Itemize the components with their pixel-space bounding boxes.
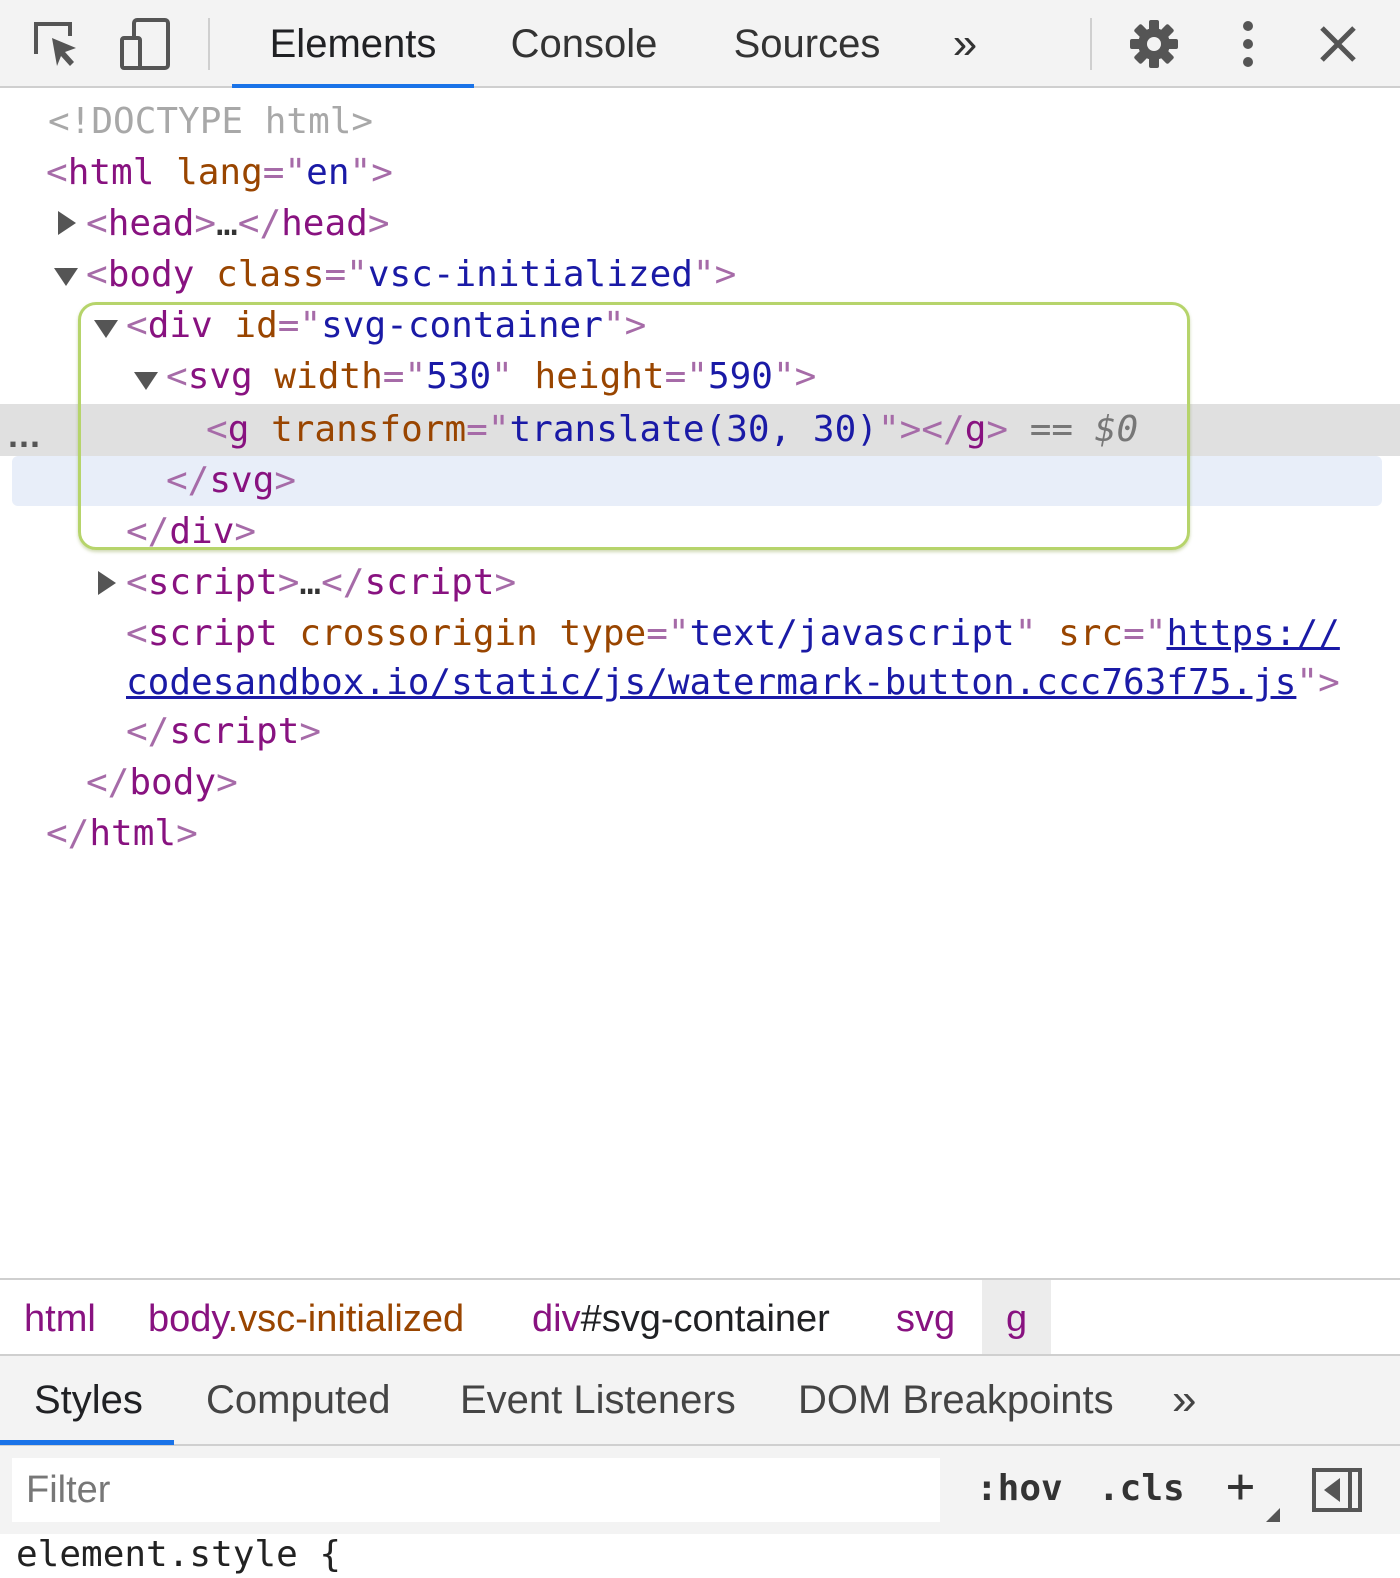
html-close-node[interactable]: </html> (46, 808, 198, 859)
active-subtab-indicator (0, 1440, 174, 1445)
tab-styles[interactable]: Styles (34, 1356, 143, 1444)
highlight-annotation-box (78, 302, 1190, 550)
attr-value: text/javascript (689, 613, 1015, 654)
toolbar-divider (1090, 18, 1092, 70)
script-close-tag-name: script (169, 711, 300, 752)
tab-event-listeners[interactable]: Event Listeners (460, 1356, 736, 1444)
breadcrumb-item-svg[interactable]: svg (896, 1280, 955, 1354)
styles-pane-tabs: Styles Computed Event Listeners DOM Brea… (0, 1356, 1400, 1446)
new-rule-menu-arrow-icon[interactable] (1266, 1508, 1280, 1522)
body-node[interactable]: <body class="vsc-initialized"> (86, 249, 736, 300)
tab-sources[interactable]: Sources (718, 0, 896, 88)
settings-gear-icon[interactable] (1124, 14, 1184, 74)
breadcrumb-item-html[interactable]: html (24, 1280, 96, 1354)
collapsed-ellipsis[interactable]: … (216, 203, 238, 244)
head-tag-name: head (107, 203, 195, 244)
collapse-triangle-icon[interactable] (54, 268, 78, 286)
doctype-node[interactable]: <!DOCTYPE html> (48, 96, 373, 147)
tab-dom-breakpoints[interactable]: DOM Breakpoints (798, 1356, 1114, 1444)
html-node[interactable]: <html lang="en"> (46, 147, 393, 198)
devtools-toolbar: Elements Console Sources » (0, 0, 1400, 88)
script-close-node[interactable]: </script> (126, 706, 321, 757)
element-style-rule[interactable]: element.style { (16, 1534, 341, 1575)
tab-elements[interactable]: Elements (232, 0, 474, 88)
breadcrumb-item-g[interactable]: g (982, 1280, 1052, 1354)
more-tabs-button[interactable]: » (1172, 1356, 1196, 1444)
script-src-link[interactable]: https:// (1166, 613, 1339, 654)
script-tag-name: script (147, 562, 278, 603)
close-icon[interactable] (1308, 14, 1368, 74)
html-tag-name: html (67, 152, 155, 193)
more-tabs-button[interactable]: » (930, 0, 1000, 88)
toggle-sidebar-icon[interactable] (1312, 1468, 1362, 1517)
body-tag-name: body (107, 254, 195, 295)
breadcrumb: html body.vsc-initialized div#svg-contai… (0, 1278, 1400, 1356)
script-src-link[interactable]: codesandbox.io/static/js/watermark-butto… (126, 662, 1296, 703)
script-src-node[interactable]: <script crossorigin type="text/javascrip… (126, 608, 1340, 659)
head-close-tag-name: head (281, 203, 368, 244)
attr-value: vsc-initialized (367, 254, 693, 295)
script-tag-name: script (147, 613, 278, 654)
filter-input[interactable] (12, 1458, 940, 1522)
toolbar-divider (208, 18, 210, 70)
class-toggle[interactable]: .cls (1098, 1468, 1185, 1509)
script-node[interactable]: <script>…</script> (126, 557, 516, 608)
breadcrumb-item-body[interactable]: body.vsc-initialized (148, 1280, 464, 1354)
new-style-rule-button[interactable]: + (1226, 1458, 1255, 1514)
expand-triangle-icon[interactable] (58, 211, 76, 235)
attr-name: lang (176, 152, 263, 193)
more-vertical-icon[interactable] (1218, 14, 1278, 74)
attr-name: crossorigin (299, 613, 538, 654)
tab-computed[interactable]: Computed (206, 1356, 391, 1444)
attr-value: en (306, 152, 350, 193)
attr-name: type (559, 613, 647, 654)
head-node[interactable]: <head>…</head> (86, 198, 390, 249)
node-actions-ellipsis[interactable]: ... (8, 414, 41, 456)
attr-name: class (216, 254, 325, 295)
breadcrumb-item-div[interactable]: div#svg-container (532, 1280, 830, 1354)
attr-name: src (1058, 613, 1124, 654)
body-close-node[interactable]: </body> (86, 757, 238, 808)
script-src-node-continued: codesandbox.io/static/js/watermark-butto… (126, 662, 1340, 703)
hover-state-toggle[interactable]: :hov (976, 1468, 1063, 1509)
styles-filter-bar: :hov .cls + (0, 1446, 1400, 1534)
html-close-tag-name: html (89, 813, 177, 854)
device-toolbar-icon[interactable] (114, 14, 174, 74)
active-tab-indicator (232, 84, 474, 88)
inspect-element-icon[interactable] (26, 14, 86, 74)
body-close-tag-name: body (129, 762, 217, 803)
tab-console[interactable]: Console (496, 0, 672, 88)
collapsed-ellipsis[interactable]: … (299, 562, 321, 603)
expand-triangle-icon[interactable] (98, 571, 116, 595)
script-close-tag-name: script (364, 562, 495, 603)
